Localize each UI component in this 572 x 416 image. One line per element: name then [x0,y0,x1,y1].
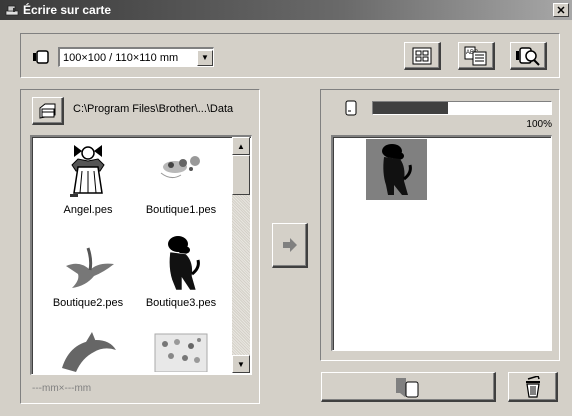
trash-icon [525,375,540,398]
delete-button[interactable] [508,372,558,402]
write-to-card-button[interactable] [321,372,496,402]
folder-path: C:\Program Files\Brother\...\Data [73,103,234,115]
card-icon [345,100,357,116]
list-item-label: Boutique3.pes [145,297,217,309]
title-bar: Écrire sur carte ✕ [0,0,572,20]
flower-thumbnail [160,156,200,179]
card-search-button[interactable] [510,42,547,70]
list-item[interactable]: Angel.pes [46,141,130,216]
list-item[interactable] [139,332,223,375]
file-list-scrollbar[interactable]: ▲ ▼ [232,137,250,373]
list-item-label: Boutique1.pes [145,204,217,216]
card-slot-icon [33,50,49,64]
write-card-icon [396,377,419,397]
card-search-icon [516,46,540,66]
grid-view-button[interactable] [404,42,441,70]
card-capacity-bar [372,101,552,115]
transfer-button[interactable] [272,223,308,268]
scroll-thumb[interactable] [232,155,250,195]
card-design-thumbnail[interactable] [366,139,427,200]
grid-view-icon [412,47,432,64]
list-item[interactable]: Boutique1.pes [139,141,223,216]
card-info-button[interactable]: ABC [458,42,495,70]
list-item[interactable] [46,332,130,375]
arrow-right-icon [282,238,297,252]
open-folder-button[interactable] [32,97,64,125]
floral-pattern-thumbnail [154,333,208,373]
card-contents-list [331,135,552,351]
dolphin-thumbnail [62,332,116,372]
window-title: Écrire sur carte [23,3,112,17]
close-button[interactable]: ✕ [553,3,569,17]
card-size-value: 100×100 / 110×110 mm [63,51,179,64]
chevron-down-icon[interactable]: ▼ [197,49,213,66]
dog-icon [382,144,412,195]
sewing-machine-icon [5,5,19,16]
list-item[interactable]: Boutique2.pes [46,242,130,309]
list-item[interactable]: Boutique3.pes [139,234,223,309]
bird-thumbnail [66,247,114,288]
dog-thumbnail [168,236,200,291]
design-size-label: ---mm×---mm [32,383,92,394]
card-size-select[interactable]: 100×100 / 110×110 mm ▼ [58,47,214,67]
card-info-icon: ABC [464,46,487,65]
scroll-up-button[interactable]: ▲ [232,137,250,155]
card-capacity-fill [373,102,448,114]
list-item-label: Boutique2.pes [52,297,124,309]
angel-thumbnail [70,145,105,197]
card-capacity-label: 100% [526,119,552,130]
folder-icon [39,103,55,119]
scroll-down-button[interactable]: ▼ [232,355,250,373]
list-item-label: Angel.pes [63,204,113,216]
